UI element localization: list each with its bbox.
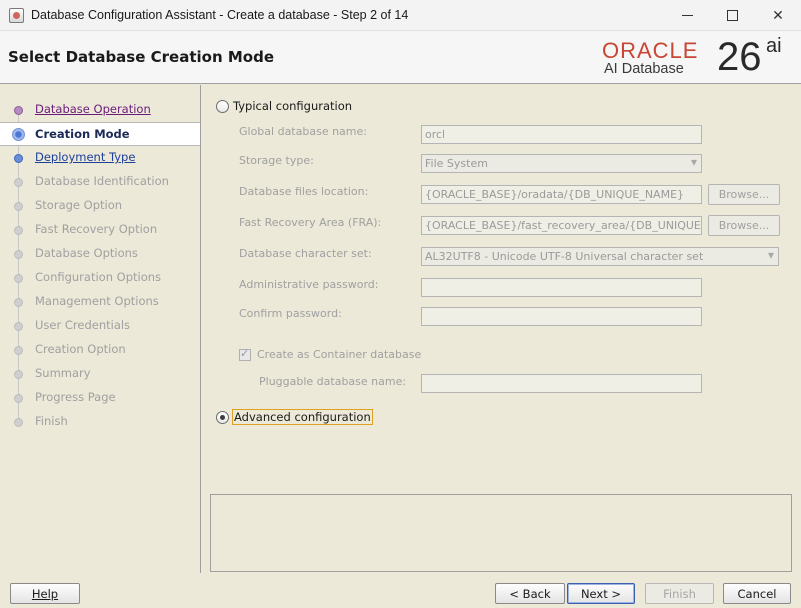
step-database-identification: Database Identification — [0, 170, 200, 194]
help-button-label: Help — [31, 587, 59, 601]
fra-browse-button[interactable]: Browse... — [708, 215, 780, 236]
container-db-checkbox[interactable] — [239, 347, 251, 361]
step-configuration-options: Configuration Options — [0, 266, 200, 290]
step-label: Fast Recovery Option — [35, 222, 158, 236]
step-label: User Credentials — [35, 318, 131, 332]
step-deployment-type[interactable]: Deployment Type — [0, 146, 200, 170]
message-area — [210, 494, 792, 572]
help-button[interactable]: Help — [10, 583, 80, 604]
next-button[interactable]: Next > — [567, 583, 635, 604]
step-label: Creation Option — [35, 342, 126, 356]
step-dot-icon — [14, 346, 23, 355]
admin-password-input[interactable] — [421, 278, 702, 297]
charset-label: Database character set: — [239, 247, 372, 260]
step-dot-icon — [14, 154, 23, 163]
step-dot-icon — [14, 178, 23, 187]
step-creation-mode: Creation Mode — [0, 122, 200, 146]
storage-type-select[interactable]: File System — [421, 154, 702, 173]
close-button[interactable]: ✕ — [755, 0, 801, 31]
step-label: Creation Mode — [35, 127, 130, 141]
step-database-operation[interactable]: Database Operation — [0, 98, 200, 122]
step-label: Summary — [35, 366, 91, 380]
step-dot-icon — [14, 106, 23, 115]
step-dot-icon — [14, 250, 23, 259]
container-db-label[interactable]: Create as Container database — [257, 348, 421, 361]
step-fast-recovery-option: Fast Recovery Option — [0, 218, 200, 242]
step-database-options: Database Options — [0, 242, 200, 266]
step-label[interactable]: Database Operation — [35, 102, 151, 116]
logo-version-text: 26 — [717, 35, 762, 79]
db-files-location-label: Database files location: — [239, 185, 369, 198]
step-progress-page: Progress Page — [0, 386, 200, 410]
step-label: Database Options — [35, 246, 138, 260]
step-management-options: Management Options — [0, 290, 200, 314]
maximize-button[interactable] — [709, 0, 755, 31]
charset-select[interactable]: AL32UTF8 - Unicode UTF-8 Universal chara… — [421, 247, 779, 266]
step-dot-icon — [14, 226, 23, 235]
finish-button: Finish — [645, 583, 714, 604]
typical-config-radio[interactable] — [216, 100, 229, 113]
step-finish: Finish — [0, 410, 200, 434]
pluggable-db-label: Pluggable database name: — [259, 375, 407, 388]
step-dot-icon — [14, 298, 23, 307]
step-dot-icon — [14, 322, 23, 331]
admin-password-label: Administrative password: — [239, 278, 379, 291]
confirm-password-input[interactable] — [421, 307, 702, 326]
minimize-icon — [681, 14, 693, 17]
db-files-location-input[interactable]: {ORACLE_BASE}/oradata/{DB_UNIQUE_NAME} — [421, 185, 702, 204]
window-title: Database Configuration Assistant - Creat… — [31, 8, 409, 22]
step-creation-option: Creation Option — [0, 338, 200, 362]
app-icon — [9, 8, 24, 23]
maximize-icon — [726, 10, 738, 21]
pluggable-db-input[interactable] — [421, 374, 702, 393]
db-files-browse-button[interactable]: Browse... — [708, 184, 780, 205]
advanced-config-radio[interactable] — [216, 411, 229, 424]
window-title-bar: Database Configuration Assistant - Creat… — [0, 0, 801, 31]
step-dot-icon — [14, 370, 23, 379]
oracle-logo: ORACLE AI Database 26 ai — [602, 35, 794, 81]
step-dot-icon — [14, 274, 23, 283]
logo-product-text: AI Database — [604, 61, 684, 77]
typical-config-label[interactable]: Typical configuration — [233, 99, 352, 113]
global-db-name-input[interactable]: orcl — [421, 125, 702, 144]
step-label: Finish — [35, 414, 68, 428]
main-panel: Typical configuration Global database na… — [202, 85, 801, 573]
step-label: Configuration Options — [35, 270, 162, 284]
storage-type-label: Storage type: — [239, 154, 314, 167]
global-db-name-label: Global database name: — [239, 125, 367, 138]
close-icon: ✕ — [772, 7, 784, 24]
header-banner: Select Database Creation Mode ORACLE AI … — [0, 31, 801, 84]
step-user-credentials: User Credentials — [0, 314, 200, 338]
step-label: Progress Page — [35, 390, 116, 404]
step-label: Database Identification — [35, 174, 169, 188]
advanced-config-label[interactable]: Advanced configuration — [232, 409, 373, 425]
logo-suffix-text: ai — [766, 35, 782, 57]
step-dot-icon — [14, 202, 23, 211]
step-navigation: Database Operation Creation Mode Deploym… — [0, 85, 201, 573]
step-storage-option: Storage Option — [0, 194, 200, 218]
step-dot-icon — [14, 394, 23, 403]
step-dot-icon — [14, 418, 23, 427]
back-button[interactable]: < Back — [495, 583, 565, 604]
step-label[interactable]: Deployment Type — [35, 150, 135, 164]
fra-input[interactable]: {ORACLE_BASE}/fast_recovery_area/{DB_UNI… — [421, 216, 702, 235]
step-label: Storage Option — [35, 198, 123, 212]
minimize-button[interactable] — [664, 0, 710, 31]
step-label: Management Options — [35, 294, 159, 308]
step-summary: Summary — [0, 362, 200, 386]
page-title: Select Database Creation Mode — [8, 48, 274, 66]
cancel-button[interactable]: Cancel — [723, 583, 791, 604]
fra-label: Fast Recovery Area (FRA): — [239, 216, 382, 229]
confirm-password-label: Confirm password: — [239, 307, 342, 320]
step-dot-icon — [12, 128, 25, 141]
